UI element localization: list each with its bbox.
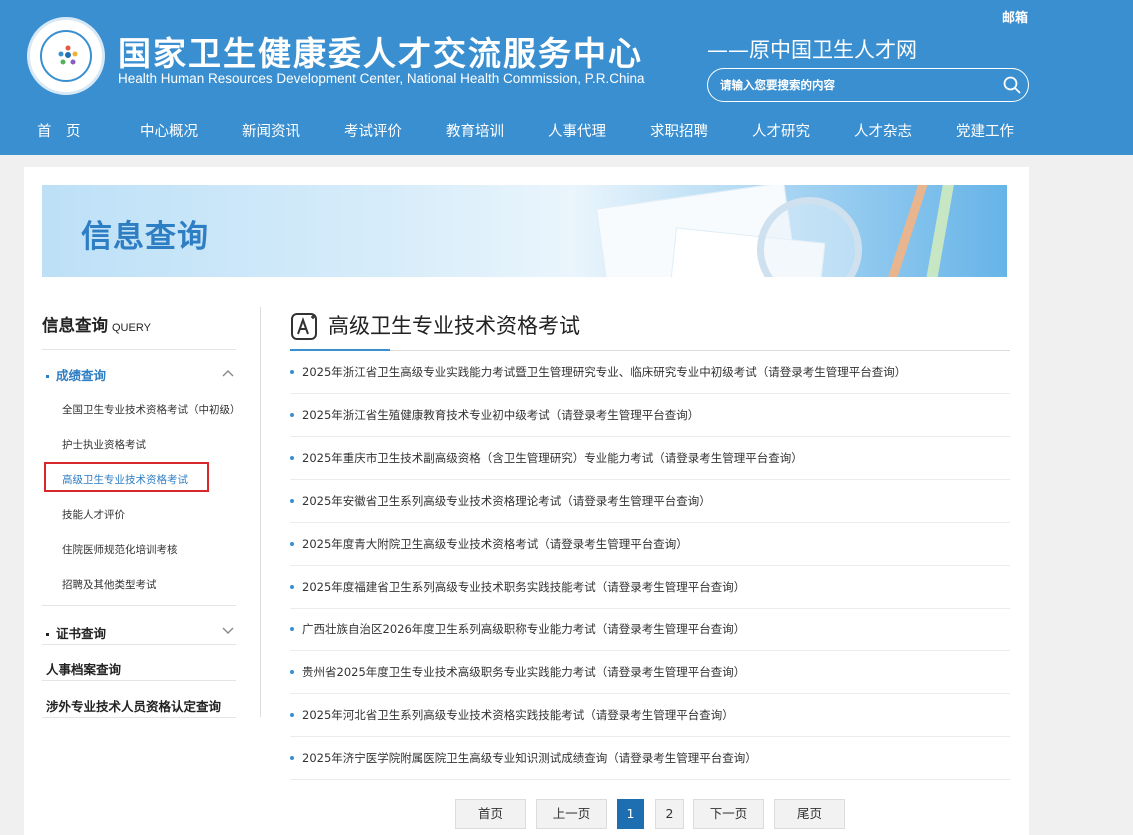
sidebar-title-en: QUERY: [112, 322, 151, 334]
sidebar-item-nurse-exam[interactable]: 护士执业资格考试: [62, 437, 146, 452]
divider: [42, 605, 236, 606]
nav-about[interactable]: 中心概况: [140, 120, 198, 141]
list-item[interactable]: 广西壮族自治区2026年度卫生系列高级职称专业能力考试（请登录考生管理平台查询）: [290, 608, 1010, 651]
bullet-icon: [46, 375, 49, 378]
search-icon[interactable]: [1002, 75, 1022, 95]
nav-exams[interactable]: 考试评价: [344, 120, 402, 141]
list-item[interactable]: 2025年重庆市卫生技术副高级资格（含卫生管理研究）专业能力考试（请登录考生管理…: [290, 437, 1010, 480]
search-box: [707, 68, 1029, 102]
exam-edit-icon: [291, 313, 317, 340]
chevron-up-icon[interactable]: [222, 368, 234, 378]
list-item-link[interactable]: 2025年重庆市卫生技术副高级资格（含卫生管理研究）专业能力考试（请登录考生管理…: [302, 450, 803, 466]
banner-title: 信息查询: [81, 219, 209, 255]
list-item-link[interactable]: 2025年浙江省生殖健康教育技术专业初中级考试（请登录考生管理平台查询）: [302, 407, 699, 423]
chevron-down-icon[interactable]: [222, 625, 234, 635]
list-item-link[interactable]: 2025年度青大附院卫生高级专业技术资格考试（请登录考生管理平台查询）: [302, 536, 688, 552]
bullet-icon: [290, 713, 294, 717]
list-item-link[interactable]: 广西壮族自治区2026年度卫生系列高级职称专业能力考试（请登录考生管理平台查询）: [302, 621, 745, 637]
list-item-link[interactable]: 2025年安徽省卫生系列高级专业技术资格理论考试（请登录考生管理平台查询）: [302, 493, 711, 509]
sidebar-separator: [260, 307, 261, 717]
org-title: 国家卫生健康委人才交流服务中心: [118, 34, 643, 73]
bullet-icon: [290, 456, 294, 460]
sidebar-title: 信息查询 QUERY: [42, 312, 151, 336]
list-item-link[interactable]: 2025年浙江省卫生高级专业实践能力考试暨卫生管理研究专业、临床研究专业中初级考…: [302, 364, 906, 380]
list-item-link[interactable]: 2025年河北省卫生系列高级专业技术资格实践技能考试（请登录考生管理平台查询）: [302, 707, 734, 723]
bullet-icon: [290, 499, 294, 503]
sidebar-section-label: 成绩查询: [56, 368, 107, 383]
bullet-icon: [290, 370, 294, 374]
nav-research[interactable]: 人才研究: [752, 120, 810, 141]
page-2-button[interactable]: 2: [655, 799, 684, 829]
last-page-button[interactable]: 尾页: [774, 799, 845, 829]
nav-magazine[interactable]: 人才杂志: [854, 120, 912, 141]
sidebar-title-text: 信息查询: [42, 316, 108, 335]
nav-education[interactable]: 教育培训: [446, 120, 504, 141]
bullet-icon: [290, 585, 294, 589]
bullet-icon: [290, 413, 294, 417]
list-item[interactable]: 2025年河北省卫生系列高级专业技术资格实践技能考试（请登录考生管理平台查询）: [290, 694, 1010, 737]
list-item[interactable]: 贵州省2025年度卫生专业技术高级职务专业实践能力考试（请登录考生管理平台查询）: [290, 651, 1010, 694]
sidebar-section-certificate-query[interactable]: 证书查询: [46, 623, 106, 642]
logo-ring: [40, 30, 92, 82]
sidebar-item-foreign-qualification[interactable]: 涉外专业技术人员资格认定查询: [46, 696, 221, 715]
nav-hr-agency[interactable]: 人事代理: [548, 120, 606, 141]
active-item-highlight: [44, 462, 209, 492]
sidebar-section-score-query[interactable]: 成绩查询: [46, 365, 106, 384]
org-subtitle: Health Human Resources Development Cente…: [118, 71, 645, 86]
first-page-button[interactable]: 首页: [455, 799, 526, 829]
list-title: 高级卫生专业技术资格考试: [328, 314, 580, 338]
bullet-icon: [290, 670, 294, 674]
list-item[interactable]: 2025年度福建省卫生系列高级专业技术职务实践技能考试（请登录考生管理平台查询）: [290, 566, 1010, 609]
divider: [42, 349, 236, 350]
sidebar-item-recruitment-exam[interactable]: 招聘及其他类型考试: [62, 577, 157, 592]
divider: [42, 644, 236, 645]
main-nav: 首 页 中心概况 新闻资讯 考试评价 教育培训 人事代理 求职招聘 人才研究 人…: [0, 110, 1133, 150]
list-item[interactable]: 2025年浙江省生殖健康教育技术专业初中级考试（请登录考生管理平台查询）: [290, 394, 1010, 437]
page-1-button[interactable]: 1: [617, 799, 644, 829]
list-item[interactable]: 2025年浙江省卫生高级专业实践能力考试暨卫生管理研究专业、临床研究专业中初级考…: [290, 351, 1010, 394]
logo-star-icon: [58, 45, 78, 65]
pencil-decoration: [883, 185, 930, 277]
list-item[interactable]: 2025年安徽省卫生系列高级专业技术资格理论考试（请登录考生管理平台查询）: [290, 480, 1010, 523]
bullet-icon: [290, 542, 294, 546]
list-item[interactable]: 2025年度青大附院卫生高级专业技术资格考试（请登录考生管理平台查询）: [290, 523, 1010, 566]
nav-party[interactable]: 党建工作: [956, 120, 1014, 141]
sidebar-item-archive-query[interactable]: 人事档案查询: [46, 659, 121, 678]
list-item-link[interactable]: 2025年度福建省卫生系列高级专业技术职务实践技能考试（请登录考生管理平台查询）: [302, 579, 745, 595]
pencil-decoration: [923, 185, 956, 277]
list-item-link[interactable]: 2025年济宁医学院附属医院卫生高级专业知识测试成绩查询（请登录考生管理平台查询…: [302, 750, 757, 766]
next-page-button[interactable]: 下一页: [693, 799, 764, 829]
nav-jobs[interactable]: 求职招聘: [650, 120, 708, 141]
sidebar-item-residency-training[interactable]: 住院医师规范化培训考核: [62, 542, 178, 557]
divider: [42, 717, 236, 718]
page-banner: 信息查询: [42, 185, 1007, 277]
list-item[interactable]: 2025年济宁医学院附属医院卫生高级专业知识测试成绩查询（请登录考生管理平台查询…: [290, 737, 1010, 780]
list-item-link[interactable]: 贵州省2025年度卫生专业技术高级职务专业实践能力考试（请登录考生管理平台查询）: [302, 664, 745, 680]
tagline: ——原中国卫生人才网: [707, 38, 917, 62]
bullet-icon: [290, 756, 294, 760]
nav-home[interactable]: 首 页: [37, 120, 81, 141]
sidebar-section-label: 证书查询: [56, 626, 107, 641]
sidebar-item-skill-evaluation[interactable]: 技能人才评价: [62, 507, 125, 522]
site-logo[interactable]: [27, 17, 105, 95]
bullet-icon: [46, 633, 49, 636]
sidebar-item-national-exam[interactable]: 全国卫生专业技术资格考试（中初级）: [62, 402, 241, 417]
site-header: 国家卫生健康委人才交流服务中心 Health Human Resources D…: [0, 0, 1133, 155]
mail-link[interactable]: 邮箱: [1002, 7, 1028, 26]
bullet-icon: [290, 627, 294, 631]
divider: [42, 680, 236, 681]
nav-news[interactable]: 新闻资讯: [242, 120, 300, 141]
prev-page-button[interactable]: 上一页: [536, 799, 607, 829]
search-input[interactable]: [720, 75, 990, 95]
